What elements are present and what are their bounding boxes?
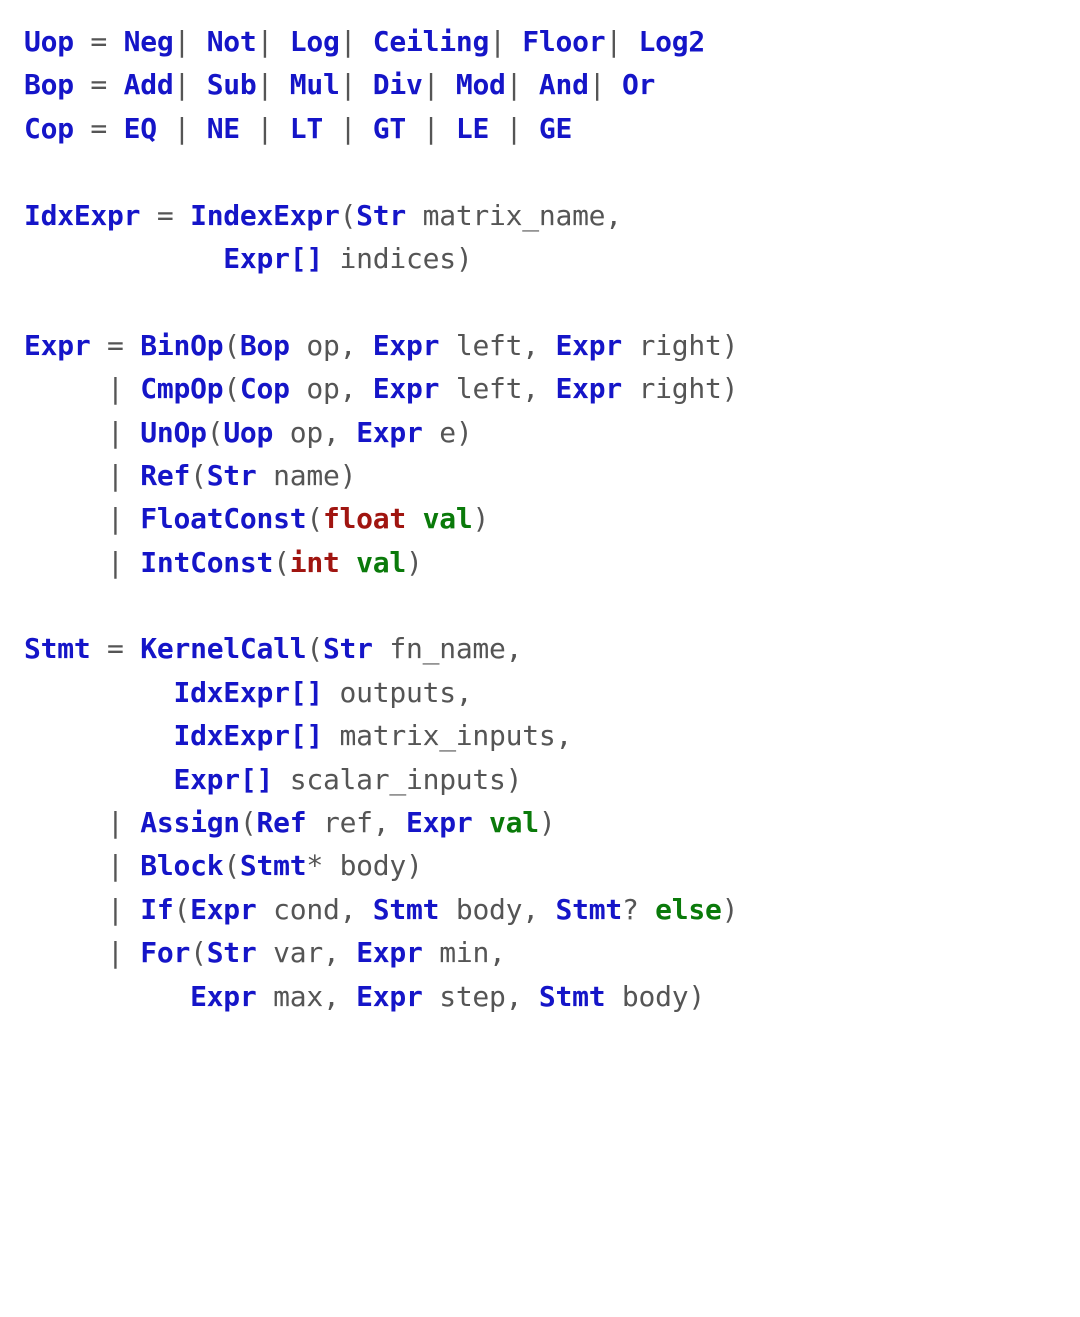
nonterminal: Uop — [24, 25, 74, 58]
stmt-alt: | If(Expr cond, Stmt body, Stmt? else) — [24, 888, 1056, 931]
grammar-definition: Uop = Neg| Not| Log| Ceiling| Floor| Log… — [24, 20, 1056, 1018]
cop-rule: Cop = EQ | NE | LT | GT | LE | GE — [24, 107, 1056, 150]
stmt-alt: | Assign(Ref ref, Expr val) — [24, 801, 1056, 844]
expr-alt: | UnOp(Uop op, Expr e) — [24, 411, 1056, 454]
expr-alt: | IntConst(int val) — [24, 541, 1056, 584]
expr-alt: | Ref(Str name) — [24, 454, 1056, 497]
expr-alt: | CmpOp(Cop op, Expr left, Expr right) — [24, 367, 1056, 410]
idxexpr-rule-cont: Expr[] indices) — [24, 237, 1056, 280]
blank-line — [24, 584, 1056, 627]
blank-line — [24, 280, 1056, 323]
stmt-alt-cont: Expr max, Expr step, Stmt body) — [24, 975, 1056, 1018]
expr-rule: Expr = BinOp(Bop op, Expr left, Expr rig… — [24, 324, 1056, 367]
uop-rule: Uop = Neg| Not| Log| Ceiling| Floor| Log… — [24, 20, 1056, 63]
stmt-rule-cont: IdxExpr[] matrix_inputs, — [24, 714, 1056, 757]
bop-rule: Bop = Add| Sub| Mul| Div| Mod| And| Or — [24, 63, 1056, 106]
nonterminal: Stmt — [24, 632, 90, 665]
idxexpr-rule: IdxExpr = IndexExpr(Str matrix_name, — [24, 194, 1056, 237]
nonterminal: Cop — [24, 112, 74, 145]
stmt-rule: Stmt = KernelCall(Str fn_name, — [24, 627, 1056, 670]
stmt-alt: | For(Str var, Expr min, — [24, 931, 1056, 974]
blank-line — [24, 150, 1056, 193]
stmt-rule-cont: Expr[] scalar_inputs) — [24, 758, 1056, 801]
expr-alt: | FloatConst(float val) — [24, 497, 1056, 540]
nonterminal: Expr — [24, 329, 90, 362]
nonterminal: IdxExpr — [24, 199, 140, 232]
stmt-alt: | Block(Stmt* body) — [24, 844, 1056, 887]
nonterminal: Bop — [24, 68, 74, 101]
stmt-rule-cont: IdxExpr[] outputs, — [24, 671, 1056, 714]
